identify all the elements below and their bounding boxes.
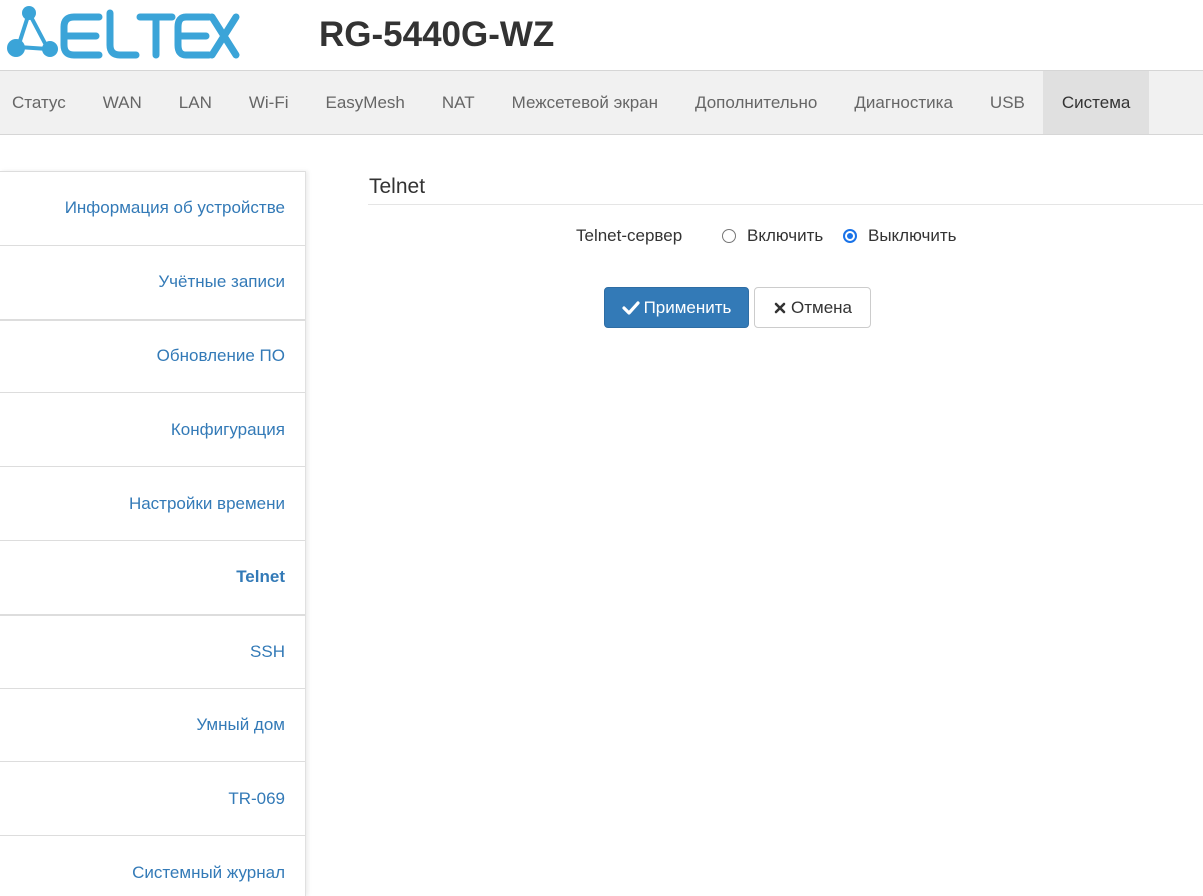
- sidebar-item-ssh[interactable]: SSH: [0, 613, 305, 688]
- nav-tab-firewall[interactable]: Межсетевой экран: [493, 71, 676, 134]
- sidebar-item-time-settings[interactable]: Настройки времени: [0, 466, 305, 540]
- nav-tab-wan[interactable]: WAN: [84, 71, 160, 134]
- sidebar-item-system-log[interactable]: Системный журнал: [0, 835, 305, 896]
- enable-radio[interactable]: [722, 229, 736, 243]
- device-model-title: RG-5440G-WZ: [319, 15, 555, 54]
- apply-button[interactable]: Применить: [604, 287, 749, 328]
- cancel-button-label: Отмена: [791, 297, 852, 317]
- nav-tab-system[interactable]: Система: [1043, 71, 1149, 134]
- disable-radio[interactable]: [843, 229, 857, 243]
- cancel-button[interactable]: Отмена: [754, 287, 871, 328]
- sidebar-item-firmware-update[interactable]: Обновление ПО: [0, 318, 305, 393]
- nav-tab-easymesh[interactable]: EasyMesh: [307, 71, 423, 134]
- apply-button-label: Применить: [643, 297, 732, 317]
- radio-option-disable[interactable]: Выключить: [843, 226, 956, 246]
- sidebar-item-telnet[interactable]: Telnet: [0, 539, 305, 614]
- enable-radio-label[interactable]: Включить: [747, 226, 823, 246]
- sidebar-item-tr069[interactable]: TR-069: [0, 761, 305, 835]
- nav-tab-lan[interactable]: LAN: [160, 71, 230, 134]
- top-nav: Статус WAN LAN Wi-Fi EasyMesh NAT Межсет…: [0, 70, 1203, 135]
- disable-radio-label[interactable]: Выключить: [868, 226, 956, 246]
- sidebar-item-configuration[interactable]: Конфигурация: [0, 392, 305, 466]
- sidebar-item-smart-home[interactable]: Умный дом: [0, 687, 305, 762]
- check-icon: [621, 300, 640, 315]
- section-divider: [368, 204, 1203, 205]
- nav-tab-diagnostics[interactable]: Диагностика: [836, 71, 972, 134]
- sidebar-item-device-info[interactable]: Информация об устройстве: [0, 171, 305, 245]
- sidebar-item-accounts[interactable]: Учётные записи: [0, 244, 305, 319]
- nav-tab-wifi[interactable]: Wi-Fi: [230, 71, 307, 134]
- close-icon: [773, 301, 787, 315]
- eltex-logo-icon[interactable]: [4, 5, 244, 61]
- nav-tab-nat[interactable]: NAT: [423, 71, 493, 134]
- nav-tab-status[interactable]: Статус: [0, 71, 84, 134]
- telnet-server-label: Telnet-сервер: [576, 226, 683, 245]
- header: RG-5440G-WZ: [0, 0, 1203, 70]
- nav-tab-advanced[interactable]: Дополнительно: [677, 71, 836, 134]
- nav-tab-usb[interactable]: USB: [971, 71, 1043, 134]
- sidebar: Информация об устройстве Учётные записи …: [0, 171, 306, 896]
- section-title: Telnet: [369, 175, 426, 198]
- radio-option-enable[interactable]: Включить: [722, 226, 823, 246]
